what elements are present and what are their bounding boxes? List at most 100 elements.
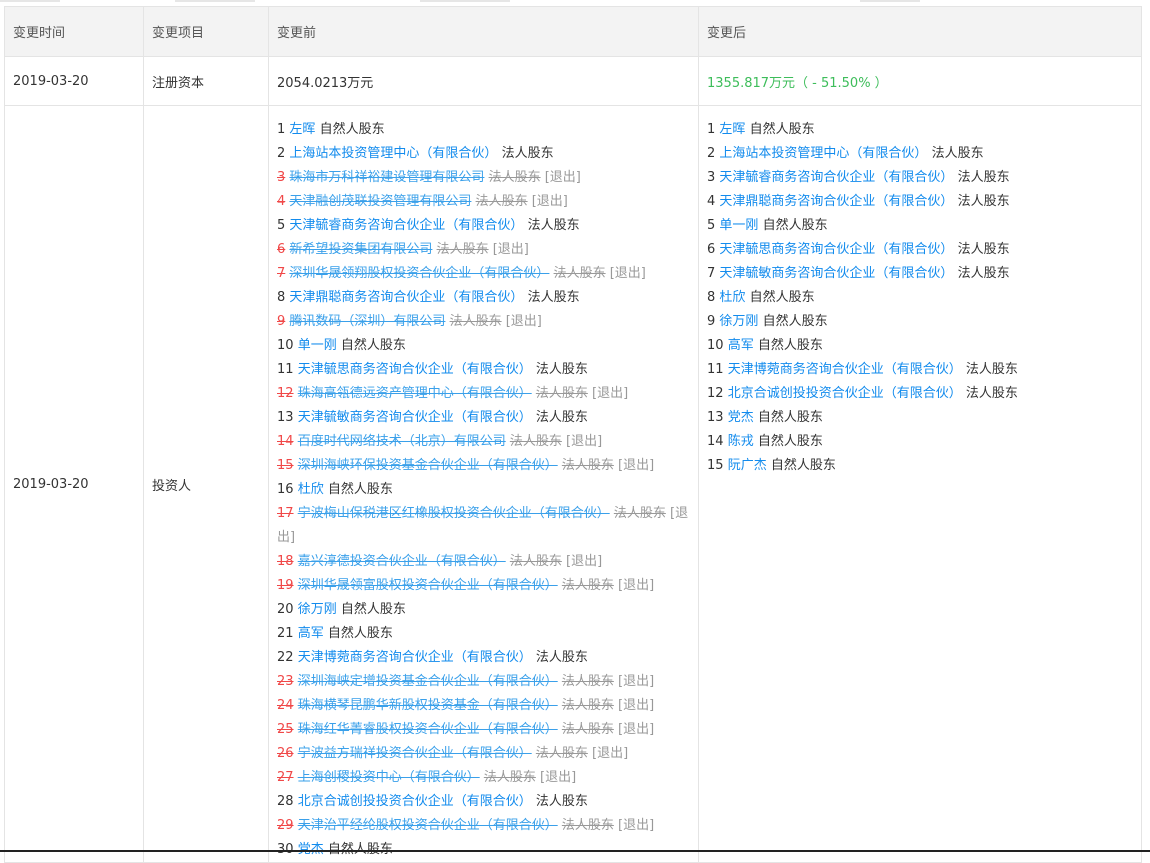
investor-name-link[interactable]: 陈戎 [728, 434, 754, 449]
top-strip-segment [420, 0, 510, 2]
investor-entry: 9 徐万刚 自然人股东 [707, 310, 1133, 334]
investor-number: 21 [277, 626, 294, 641]
investor-role: 法人股东 [509, 554, 562, 569]
investor-name-link[interactable]: 高军 [298, 626, 324, 641]
investor-name-link[interactable]: 上海站本投资管理中心（有限合伙） [719, 146, 927, 161]
header-after: 变更后 [698, 6, 1142, 57]
investor-name-link[interactable]: 深圳海峡定增投资基金合伙企业（有限合伙） [298, 674, 558, 689]
investor-name-link[interactable]: 党杰 [728, 410, 754, 425]
investor-name-link[interactable]: 天津融创茂联投资管理有限公司 [289, 194, 471, 209]
investor-role: 自然人股东 [749, 290, 815, 305]
investor-entry: 8 杜欣 自然人股东 [707, 286, 1133, 310]
investor-entry: 7 天津毓敏商务咨询合伙企业（有限合伙） 法人股东 [707, 262, 1133, 286]
investor-number: 13 [707, 410, 724, 425]
investor-name-link[interactable]: 天津毓敏商务咨询合伙企业（有限合伙） [719, 266, 953, 281]
investor-role: 法人股东 [436, 242, 489, 257]
investor-role: 法人股东 [509, 434, 562, 449]
investor-name-link[interactable]: 深圳海峡环保投资基金合伙企业（有限合伙） [298, 458, 558, 473]
investor-name-link[interactable]: 天津博菀商务咨询合伙企业（有限合伙） [298, 650, 532, 665]
investor-number: 8 [277, 290, 286, 305]
investor-name-link[interactable]: 杜欣 [719, 290, 745, 305]
investor-name-link[interactable]: 天津鼎聪商务咨询合伙企业（有限合伙） [719, 194, 953, 209]
investor-name-link[interactable]: 新希望投资集团有限公司 [289, 242, 432, 257]
investor-name-link[interactable]: 深圳华晟领富股权投资合伙企业（有限合伙） [298, 578, 558, 593]
investor-name-link[interactable]: 天津毓思商务咨询合伙企业（有限合伙） [719, 242, 953, 257]
investor-entry: 15 阮广杰 自然人股东 [707, 454, 1133, 478]
investor-name-link[interactable]: 北京合诚创投投资合伙企业（有限合伙） [298, 794, 532, 809]
investor-entry: 18 嘉兴淳德投资合伙企业（有限合伙） 法人股东 [退出] [277, 550, 690, 574]
investor-role: 法人股东 [535, 650, 588, 665]
investor-name-link[interactable]: 阮广杰 [728, 458, 767, 473]
investor-entry: 27 上海创稷投资中心（有限合伙） 法人股东 [退出] [277, 766, 690, 790]
exit-badge: [退出] [592, 386, 629, 401]
investor-name-link[interactable]: 左晖 [719, 122, 745, 137]
investor-name-link[interactable]: 上海创稷投资中心（有限合伙） [298, 770, 480, 785]
investor-entry: 2 上海站本投资管理中心（有限合伙） 法人股东 [277, 142, 690, 166]
investor-name-link[interactable]: 天津博菀商务咨询合伙企业（有限合伙） [728, 362, 962, 377]
investor-number: 27 [277, 770, 294, 785]
investor-entry: 1 左晖 自然人股东 [277, 118, 690, 142]
investor-name-link[interactable]: 珠海红华菁睿股权投资合伙企业（有限合伙） [298, 722, 558, 737]
investor-number: 2 [277, 146, 286, 161]
investor-name-link[interactable]: 嘉兴淳德投资合伙企业（有限合伙） [298, 554, 506, 569]
investor-name-link[interactable]: 北京合诚创投投资合伙企业（有限合伙） [728, 386, 962, 401]
investor-name-link[interactable]: 宁波益方瑞祥投资合伙企业（有限合伙） [298, 746, 532, 761]
investor-name-link[interactable]: 上海站本投资管理中心（有限合伙） [289, 146, 497, 161]
exit-badge: [退出] [592, 746, 629, 761]
investor-entry: 14 陈戎 自然人股东 [707, 430, 1133, 454]
investor-number: 3 [707, 170, 716, 185]
investor-entry: 25 珠海红华菁睿股权投资合伙企业（有限合伙） 法人股东 [退出] [277, 718, 690, 742]
investor-role: 法人股东 [957, 170, 1010, 185]
investor-name-link[interactable]: 百度时代网络技术（北京）有限公司 [298, 434, 506, 449]
investor-name-link[interactable]: 徐万刚 [719, 314, 758, 329]
investor-name-link[interactable]: 天津治平经纶股权投资合伙企业（有限合伙） [298, 818, 558, 833]
investor-name-link[interactable]: 高军 [728, 338, 754, 353]
investor-entry: 26 宁波益方瑞祥投资合伙企业（有限合伙） 法人股东 [退出] [277, 742, 690, 766]
investor-role: 法人股东 [535, 794, 588, 809]
investor-entry: 2 上海站本投资管理中心（有限合伙） 法人股东 [707, 142, 1133, 166]
investor-number: 7 [707, 266, 716, 281]
investor-role: 法人股东 [527, 218, 580, 233]
investor-name-link[interactable]: 单一刚 [719, 218, 758, 233]
investor-name-link[interactable]: 杜欣 [298, 482, 324, 497]
investor-name-link[interactable]: 天津鼎聪商务咨询合伙企业（有限合伙） [289, 290, 523, 305]
investor-entry: 24 珠海横琴昆鹏华新股权投资基金（有限合伙） 法人股东 [退出] [277, 694, 690, 718]
investor-name-link[interactable]: 珠海高瓴德远资产管理中心（有限合伙） [298, 386, 532, 401]
investor-name-link[interactable]: 宁波梅山保税港区红橡股权投资合伙企业（有限合伙） [298, 506, 610, 521]
investor-entry: 7 深圳华晟领翔股权投资合伙企业（有限合伙） 法人股东 [退出] [277, 262, 690, 286]
investor-entry: 6 新希望投资集团有限公司 法人股东 [退出] [277, 238, 690, 262]
investor-entry: 5 单一刚 自然人股东 [707, 214, 1133, 238]
investor-name-link[interactable]: 珠海横琴昆鹏华新股权投资基金（有限合伙） [298, 698, 558, 713]
investor-role: 法人股东 [561, 722, 614, 737]
investor-number: 12 [707, 386, 724, 401]
investor-number: 6 [707, 242, 716, 257]
investor-number: 18 [277, 554, 294, 569]
investor-entry: 23 深圳海峡定增投资基金合伙企业（有限合伙） 法人股东 [退出] [277, 670, 690, 694]
investor-entry: 16 杜欣 自然人股东 [277, 478, 690, 502]
investor-entry: 20 徐万刚 自然人股东 [277, 598, 690, 622]
investor-number: 26 [277, 746, 294, 761]
investor-entry: 11 天津毓思商务咨询合伙企业（有限合伙） 法人股东 [277, 358, 690, 382]
investor-name-link[interactable]: 单一刚 [298, 338, 337, 353]
investor-number: 11 [707, 362, 724, 377]
investor-role: 法人股东 [561, 674, 614, 689]
investor-name-link[interactable]: 天津毓睿商务咨询合伙企业（有限合伙） [289, 218, 523, 233]
investor-name-link[interactable]: 腾讯数码（深圳）有限公司 [289, 314, 445, 329]
investor-number: 8 [707, 290, 716, 305]
investor-name-link[interactable]: 左晖 [289, 122, 315, 137]
top-strip-segment [860, 0, 920, 2]
investor-entry: 5 天津毓睿商务咨询合伙企业（有限合伙） 法人股东 [277, 214, 690, 238]
investor-name-link[interactable]: 珠海市万科祥裕建设管理有限公司 [289, 170, 484, 185]
investor-role: 法人股东 [483, 770, 536, 785]
investor-entry: 22 天津博菀商务咨询合伙企业（有限合伙） 法人股东 [277, 646, 690, 670]
investor-number: 25 [277, 722, 294, 737]
investor-name-link[interactable]: 徐万刚 [298, 602, 337, 617]
investor-entry: 14 百度时代网络技术（北京）有限公司 法人股东 [退出] [277, 430, 690, 454]
investor-entry: 21 高军 自然人股东 [277, 622, 690, 646]
exit-badge: [退出] [618, 722, 655, 737]
investor-entry: 3 天津毓睿商务咨询合伙企业（有限合伙） 法人股东 [707, 166, 1133, 190]
investor-name-link[interactable]: 天津毓敏商务咨询合伙企业（有限合伙） [298, 410, 532, 425]
investor-name-link[interactable]: 天津毓思商务咨询合伙企业（有限合伙） [298, 362, 532, 377]
investor-name-link[interactable]: 深圳华晟领翔股权投资合伙企业（有限合伙） [289, 266, 549, 281]
investor-name-link[interactable]: 天津毓睿商务咨询合伙企业（有限合伙） [719, 170, 953, 185]
